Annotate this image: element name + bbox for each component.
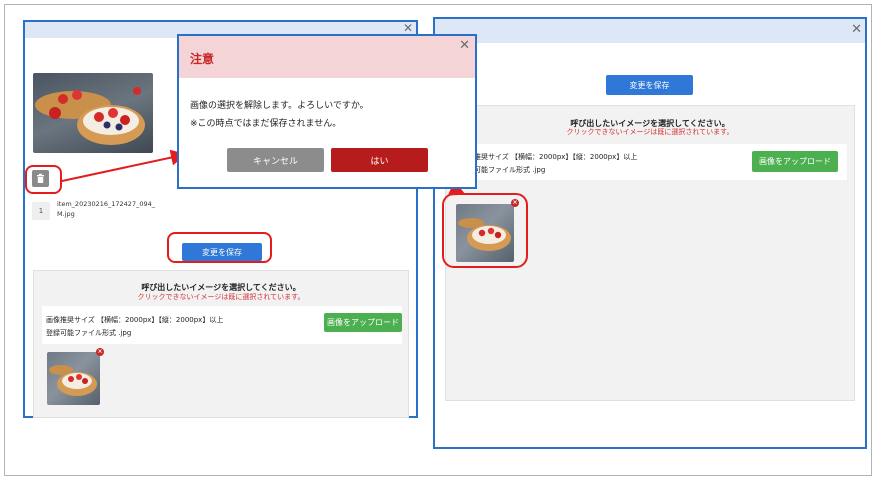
cancel-button[interactable]: キャンセル — [227, 148, 324, 172]
dialog-message: 画像の選択を解除します。よろしいですか。 — [190, 101, 369, 111]
arrow-trash-to-dialog — [61, 149, 187, 182]
dialog-note: ※この時点ではまだ保存されません。 — [190, 119, 342, 129]
close-icon[interactable]: ✕ — [459, 38, 470, 53]
dialog-header: 注意 ✕ — [179, 36, 475, 78]
dialog-title: 注意 — [190, 52, 215, 66]
confirm-dialog: 注意 ✕ 画像の選択を解除します。よろしいですか。 ※この時点ではまだ保存されま… — [177, 34, 477, 189]
confirm-button[interactable]: はい — [331, 148, 428, 172]
